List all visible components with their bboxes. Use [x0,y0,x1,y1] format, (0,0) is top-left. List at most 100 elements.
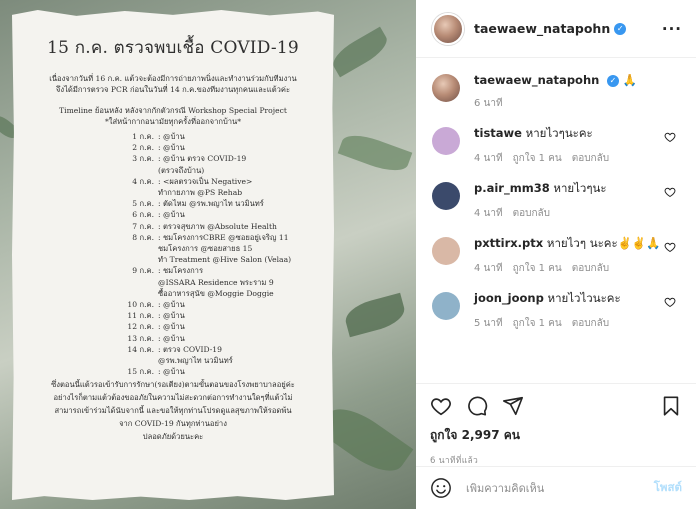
comment-time[interactable]: 4 นาที [474,261,503,276]
timeline-text: ทำกายภาพ @PS Rehab [158,188,243,198]
timeline-text: : @บ้าน [158,311,185,321]
comment-likes[interactable]: ถูกใจ 1 คน [513,261,562,276]
timeline-text: : @บ้าน [158,210,185,220]
outro-line: จาก COVID-19 กันทุกท่านอย่าง [119,419,227,429]
reply-link[interactable]: ตอบกลับ [572,316,609,331]
bookmark-icon[interactable] [660,395,682,417]
share-icon[interactable] [502,395,524,417]
post-sidebar: taewaew_natapohn ✓ ··· taewaew_natapohn … [416,0,696,509]
reply-link[interactable]: ตอบกลับ [513,206,550,221]
timeline-row: 6 ก.ค. : @บ้าน [26,209,320,220]
post-button[interactable]: โพสต์ [654,479,682,497]
post-timestamp[interactable]: 6 นาทีที่แล้ว [430,453,682,467]
plant-leaf [342,292,408,338]
comment-time[interactable]: 4 นาที [474,206,503,221]
timeline-date: 14 ก.ค. [127,344,154,354]
timeline-row: 14 ก.ค. : ตรวจ COVID-19 [26,344,320,355]
timeline-text: : @บ้าน ตรวจ COVID-19 [158,154,247,164]
comment-text: หายไวๆนะคะ [525,126,593,140]
avatar[interactable] [432,127,460,155]
heart-icon[interactable] [664,186,676,198]
post-image[interactable]: 15 ก.ค. ตรวจพบเชื้อ COVID-19 เนื่องจากวั… [0,0,416,509]
timeline-row: (ตรวจถึงบ้าน) [26,165,320,176]
more-options-icon[interactable]: ··· [662,20,682,38]
timeline-row: 2 ก.ค.: @บ้าน [26,142,320,153]
timeline-date [26,254,158,265]
author-username[interactable]: taewaew_natapohn [474,21,610,36]
comment-username[interactable]: joon_joonp [474,291,544,305]
timeline-text: : @บ้าน [158,322,185,332]
avatar[interactable] [432,237,460,265]
timeline-text: ทำ Treatment @Hive Salon (Velaa) [158,255,292,265]
timeline-text: : @บ้าน [158,333,185,343]
timeline-row: ทำ Treatment @Hive Salon (Velaa) [26,254,320,265]
outro-line: ซึ่งตอนนี้แต้วรอเข้ารับการรักษา(รอเตียง)… [51,380,295,390]
intro-line: จึงได้มีการตรวจ PCR ก่อนในวันที่ 14 ก.ค.… [55,85,291,94]
avatar[interactable] [432,12,464,45]
outro-line: ปลอดภัยด้วยนะคะ [142,432,204,442]
comment-time[interactable]: 4 นาที [474,151,503,166]
comment-username[interactable]: pxttirx.ptx [474,236,543,250]
avatar[interactable] [432,182,460,210]
timeline-text: @ISSARA Residence พระราม 9 [158,277,274,287]
reply-link[interactable]: ตอบกลับ [572,261,609,276]
comment-username[interactable]: tistawe [474,126,522,140]
timeline-text: : @บ้าน [158,300,185,310]
heart-icon[interactable] [430,395,452,417]
plant-leaf [337,128,413,178]
timeline-date [26,187,158,198]
comment-icon[interactable] [466,395,488,417]
comments-list[interactable]: taewaew_natapohn ✓ 🙏 6 นาที tistawe หายไ… [416,62,696,380]
comment: joon_joonp หายไวไวนะคะ 5 นาที ถูกใจ 1 คน ตอ… [432,290,680,331]
announcement-paper: 15 ก.ค. ตรวจพบเชื้อ COVID-19 เนื่องจากวั… [12,10,334,500]
heart-icon[interactable] [664,241,676,253]
heart-icon[interactable] [664,131,676,143]
timeline-row: ชมโครงการ @ซอยสายธ 15 [26,243,320,254]
outro-line: สามารถเข้าร่วมได้นับจากนี้ และขอให้ทุกท่… [54,406,292,416]
comment-time[interactable]: 5 นาที [474,316,503,331]
timeline-row: @รพ.พญาไท นวมินทร์ [26,355,320,366]
timeline-text: ซื้ออาหารสุนัข @Moggie Doggie [158,288,274,298]
timeline-date: 5 ก.ค. [132,199,154,209]
likes-count[interactable]: ถูกใจ 2,997 คน [430,426,682,445]
timeline-date [26,243,158,254]
intro-line: เนื่องจากวันที่ 16 ก.ค. แต้วจะต้องมีการถ… [49,74,297,83]
timeline-date: 12 ก.ค. [127,322,154,332]
timeline-text: : ตรวจ COVID-19 [158,344,222,354]
timeline-date: 8 ก.ค. [132,232,154,242]
caption-username[interactable]: taewaew_natapohn [474,73,599,87]
avatar[interactable] [432,292,460,320]
comment-likes[interactable]: ถูกใจ 1 คน [513,151,562,166]
timeline-heading: Timeline ย้อนหลัง หลังจากกักตัวกรณี Work… [59,106,287,115]
avatar[interactable] [432,74,460,102]
timeline-text: : ชมโครงการ [158,266,204,276]
timeline-date: 6 ก.ค. [132,210,154,220]
timeline-text: : @บ้าน [158,132,185,141]
timeline-date: 7 ก.ค. [132,221,154,231]
timeline-text: : ตัดไหม @รพ.พญาไท นวมินทร์ [158,199,264,209]
timeline-row: 7 ก.ค.: ตรวจสุขภาพ @Absolute Health [26,221,320,232]
heart-icon[interactable] [664,296,676,308]
emoji-icon[interactable] [430,477,452,499]
timeline-row: ทำกายภาพ @PS Rehab [26,187,320,198]
timeline-list: 1 ก.ค.: @บ้าน 2 ก.ค.: @บ้าน 3 ก.ค.: @บ้าน … [26,131,320,377]
timeline-note: *ใส่หน้ากากอนามัยทุกครั้งที่ออกจากบ้าน* [104,117,242,126]
timeline-row: ซื้ออาหารสุนัข @Moggie Doggie [26,288,320,299]
caption-text: 🙏 [622,73,637,87]
timeline-text: : @บ้าน [158,367,185,377]
timeline-date: 2 ก.ค. [132,143,154,153]
comment-username[interactable]: p.air_mm38 [474,181,550,195]
timeline-row: 13 ก.ค.: @บ้าน [26,333,320,344]
comment: p.air_mm38 หายไวๆนะ 4 นาที ตอบกลับ [432,180,680,221]
comment-text: หายไวไวนะคะ [547,291,621,305]
timeline-row: 8 ก.ค.: ชมโครงการCBRE @ซอยอยู่เจริญ 11 [26,232,320,243]
comment-input[interactable] [466,481,654,495]
timeline-date: 3 ก.ค. [132,154,154,164]
timeline-text: ชมโครงการ @ซอยสายธ 15 [158,244,253,254]
timeline-row: 5 ก.ค. : ตัดไหม @รพ.พญาไท นวมินทร์ [26,198,320,209]
reply-link[interactable]: ตอบกลับ [572,151,609,166]
comment: pxttirx.ptx หายไวๆ นะคะ✌️✌️🙏 4 นาที ถูกใจ … [432,235,680,276]
action-bar: ถูกใจ 2,997 คน 6 นาทีที่แล้ว [416,383,696,467]
comment-likes[interactable]: ถูกใจ 1 คน [513,316,562,331]
timeline-date [26,165,158,176]
